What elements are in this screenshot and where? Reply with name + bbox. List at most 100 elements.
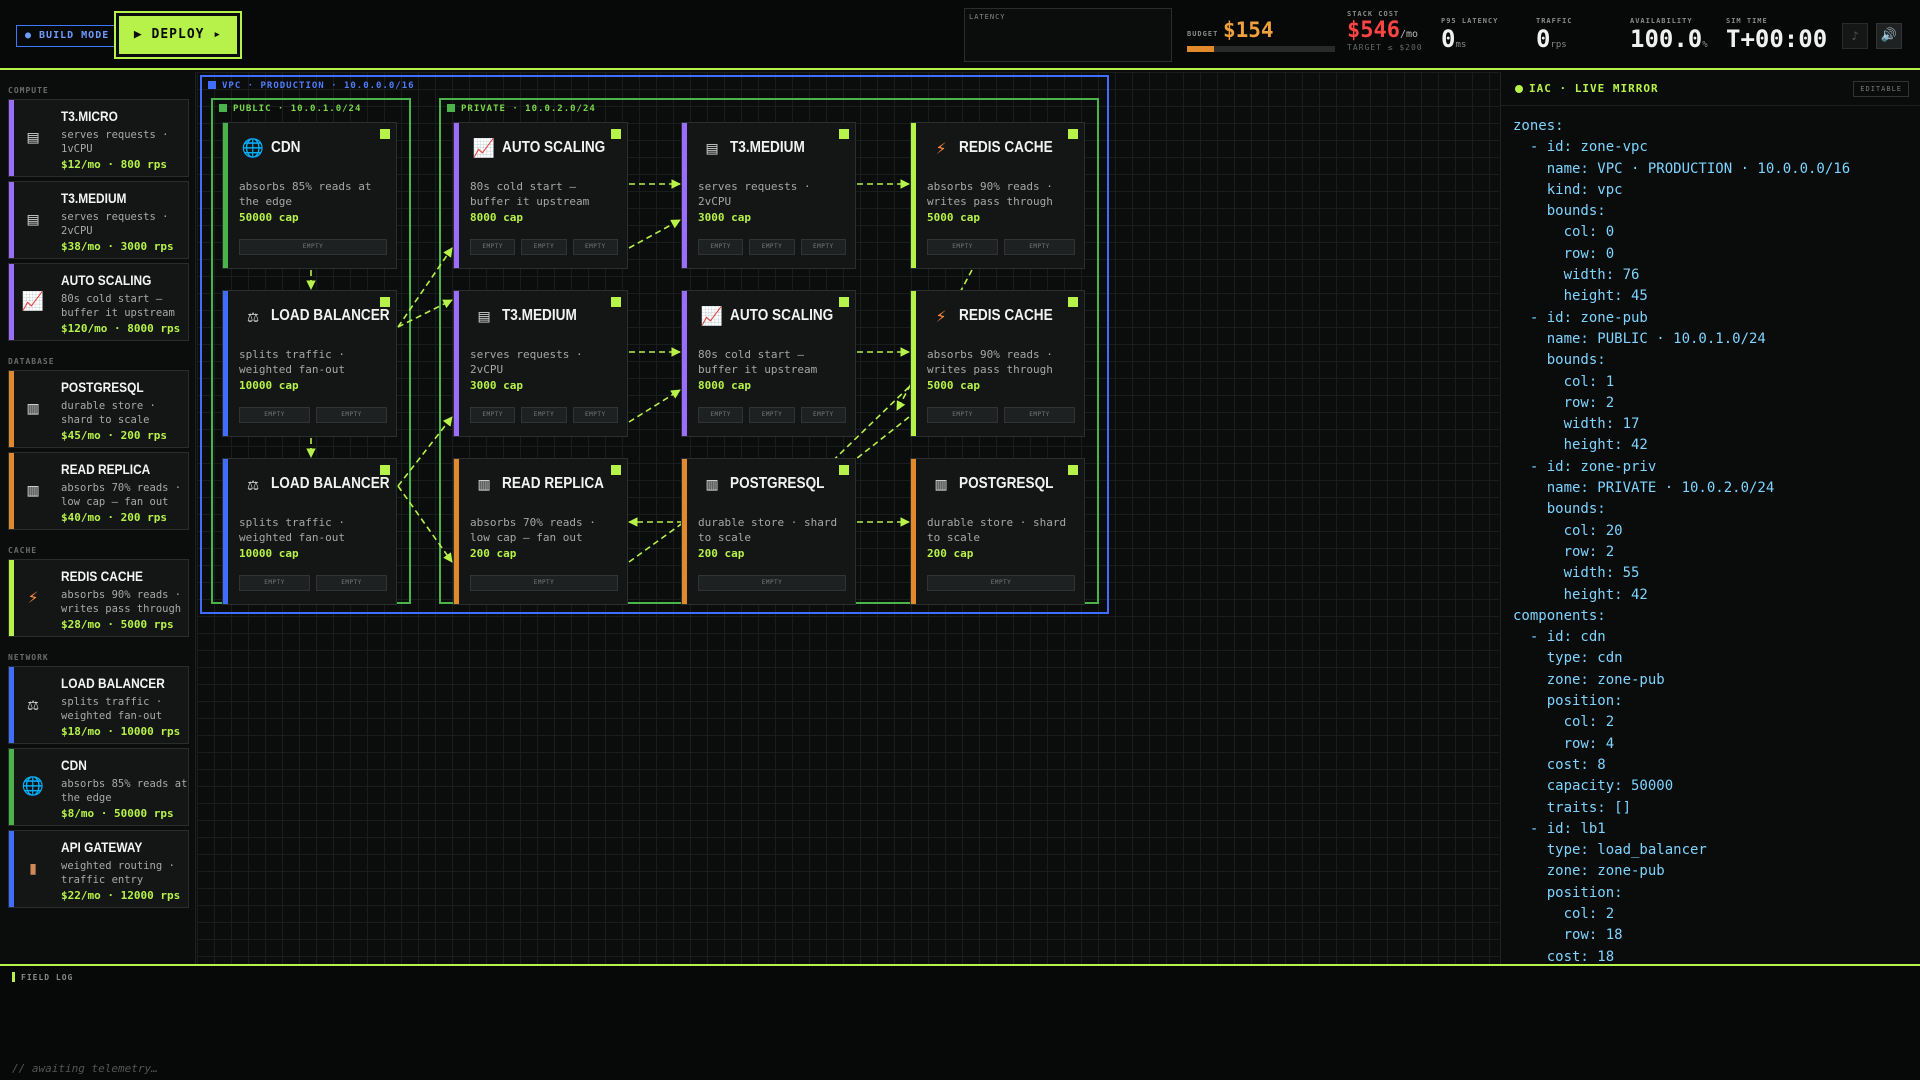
palette-item-name: POSTGRESQL <box>61 379 144 395</box>
component-card[interactable]: ⚡ REDIS CACHE absorbs 90% reads · writes p… <box>910 122 1085 269</box>
empty-slot[interactable]: EMPTY <box>572 407 618 423</box>
iac-code-line: name: PUBLIC · 10.0.1.0/24 <box>1513 330 1766 347</box>
empty-slot[interactable]: EMPTY <box>316 575 387 591</box>
component-card[interactable]: ▥ READ REPLICA absorbs 70% reads · low cap… <box>453 458 628 605</box>
server-icon: ▤ <box>27 209 39 230</box>
empty-slot[interactable]: EMPTY <box>1004 407 1075 423</box>
empty-slot[interactable]: EMPTY <box>1004 239 1075 255</box>
build-mode-badge[interactable]: ● BUILD MODE <box>16 25 119 47</box>
empty-slot[interactable]: EMPTY <box>239 407 310 423</box>
iac-code-line: height: 42 <box>1513 437 1648 454</box>
palette-item[interactable]: ▮ API GATEWAY weighted routing · traffic e… <box>8 830 189 908</box>
empty-slot[interactable]: EMPTY <box>927 239 998 255</box>
card-capacity: 3000 cap <box>698 211 751 224</box>
iac-code-line: traits: [] <box>1513 799 1632 816</box>
component-card[interactable]: ⚖ LOAD BALANCER splits traffic · weighted … <box>222 290 397 437</box>
palette-item-desc: 80s cold start — buffer it upstream <box>61 293 175 319</box>
empty-slot[interactable]: EMPTY <box>749 407 795 423</box>
palette-item[interactable]: ⚡ REDIS CACHE absorbs 90% reads · writes p… <box>8 559 189 637</box>
empty-slot[interactable]: EMPTY <box>521 407 567 423</box>
editable-badge[interactable]: EDITABLE <box>1853 81 1909 97</box>
budget-progress-fill <box>1187 46 1214 52</box>
palette-item[interactable]: 📈 AUTO SCALING 80s cold start — buffer it … <box>8 263 189 341</box>
music-toggle-icon[interactable]: ♪ <box>1842 23 1868 49</box>
iac-code-line: type: load_balancer <box>1513 842 1707 859</box>
palette-item[interactable]: ⚖ LOAD BALANCER splits traffic · weighted … <box>8 666 189 744</box>
iac-code-line: capacity: 50000 <box>1513 778 1674 795</box>
component-card[interactable]: 🌐 CDN absorbs 85% reads at the edge 50000 c… <box>222 122 397 269</box>
card-slots: EMPTY EMPTY EMPTY <box>470 239 618 255</box>
card-color-bar <box>911 123 916 268</box>
component-card[interactable]: ⚡ REDIS CACHE absorbs 90% reads · writes p… <box>910 290 1085 437</box>
status-indicator-icon <box>380 129 390 139</box>
p95-unit: ms <box>1455 40 1467 50</box>
iac-code-line: components: <box>1513 607 1606 624</box>
component-card[interactable]: ▥ POSTGRESQL durable store · shard to scal… <box>910 458 1085 605</box>
component-card[interactable]: ▤ T3.MEDIUM serves requests · 2vCPU 3000 ca… <box>681 122 856 269</box>
server-icon: ▤ <box>478 306 490 327</box>
empty-slot[interactable]: EMPTY <box>800 239 846 255</box>
architecture-canvas[interactable]: VPC · PRODUCTION · 10.0.0.0/16 PUBLIC · … <box>197 72 1499 964</box>
component-card[interactable]: ▤ T3.MEDIUM serves requests · 2vCPU 3000 ca… <box>453 290 628 437</box>
empty-slot[interactable]: EMPTY <box>927 407 998 423</box>
empty-slot[interactable]: EMPTY <box>239 575 310 591</box>
iac-code-line: col: 2 <box>1513 905 1615 922</box>
palette-item[interactable]: ▤ T3.MEDIUM serves requests · 2vCPU $38/mo … <box>8 181 189 259</box>
palette-item-color-bar <box>9 560 14 636</box>
card-color-bar <box>223 459 228 604</box>
traffic-label: TRAFFIC <box>1536 17 1573 25</box>
empty-slot[interactable]: EMPTY <box>521 239 567 255</box>
field-log-message: // awaiting telemetry… <box>12 1062 158 1075</box>
card-capacity: 8000 cap <box>470 211 523 224</box>
card-capacity: 5000 cap <box>927 211 980 224</box>
component-card[interactable]: 📈 AUTO SCALING 80s cold start — buffer it … <box>681 290 856 437</box>
card-description: 80s cold start — buffer it upstream <box>470 180 590 208</box>
card-description: durable store · shard to scale <box>927 516 1067 544</box>
empty-slot[interactable]: EMPTY <box>698 575 846 591</box>
iac-code-line: kind: vpc <box>1513 181 1623 198</box>
availability-stat: AVAILABILITY 100.0% <box>1630 17 1708 53</box>
palette-item[interactable]: 🌐 CDN absorbs 85% reads at the edge $8/mo ·… <box>8 748 189 826</box>
database-icon: ▥ <box>478 474 490 495</box>
empty-slot[interactable]: EMPTY <box>800 407 846 423</box>
empty-slot[interactable]: EMPTY <box>239 239 387 255</box>
empty-slot[interactable]: EMPTY <box>749 239 795 255</box>
card-title: T3.MEDIUM <box>502 307 577 324</box>
empty-slot[interactable]: EMPTY <box>470 407 516 423</box>
palette-item-name: LOAD BALANCER <box>61 675 165 691</box>
status-indicator-icon <box>611 297 621 307</box>
palette-item-price: $22/mo · 12000 rps <box>61 889 181 902</box>
card-title: REDIS CACHE <box>959 139 1053 156</box>
deploy-button[interactable]: ▶ DEPLOY ▸ <box>114 11 242 59</box>
palette-item-color-bar <box>9 182 14 258</box>
component-card[interactable]: ⚖ LOAD BALANCER splits traffic · weighted … <box>222 458 397 605</box>
iac-code-editor[interactable]: zones: - id: zone-vpc name: VPC · PRODUC… <box>1513 116 1913 964</box>
palette-item[interactable]: ▤ T3.MICRO serves requests · 1vCPU $12/mo ·… <box>8 99 189 177</box>
iac-panel: IAC · LIVE MIRROR EDITABLE zones: - id: … <box>1500 72 1920 964</box>
card-slots: EMPTY EMPTY EMPTY <box>470 407 618 423</box>
card-description: durable store · shard to scale <box>698 516 838 544</box>
palette-item[interactable]: ▥ READ REPLICA absorbs 70% reads · low cap… <box>8 452 189 530</box>
card-slots: EMPTY EMPTY <box>927 407 1075 423</box>
status-indicator-icon <box>1068 297 1078 307</box>
empty-slot[interactable]: EMPTY <box>470 575 618 591</box>
sound-toggle-icon[interactable]: 🔊 <box>1876 23 1902 49</box>
status-indicator-icon <box>839 465 849 475</box>
empty-slot[interactable]: EMPTY <box>698 407 744 423</box>
component-card[interactable]: ▥ POSTGRESQL durable store · shard to scal… <box>681 458 856 605</box>
component-card[interactable]: 📈 AUTO SCALING 80s cold start — buffer it … <box>453 122 628 269</box>
palette-item[interactable]: ▥ POSTGRESQL durable store · shard to scal… <box>8 370 189 448</box>
empty-slot[interactable]: EMPTY <box>572 239 618 255</box>
database-icon: ▥ <box>706 474 718 495</box>
empty-slot[interactable]: EMPTY <box>927 575 1075 591</box>
card-description: 80s cold start — buffer it upstream <box>698 348 818 376</box>
chart-up-icon: 📈 <box>472 138 496 159</box>
iac-code-line: row: 4 <box>1513 735 1615 752</box>
server-icon: ▤ <box>706 138 718 159</box>
empty-slot[interactable]: EMPTY <box>698 239 744 255</box>
palette-item-price: $38/mo · 3000 rps <box>61 240 174 253</box>
empty-slot[interactable]: EMPTY <box>470 239 516 255</box>
empty-slot[interactable]: EMPTY <box>316 407 387 423</box>
field-log-header: FIELD LOG <box>12 972 73 982</box>
availability-label: AVAILABILITY <box>1630 17 1693 25</box>
